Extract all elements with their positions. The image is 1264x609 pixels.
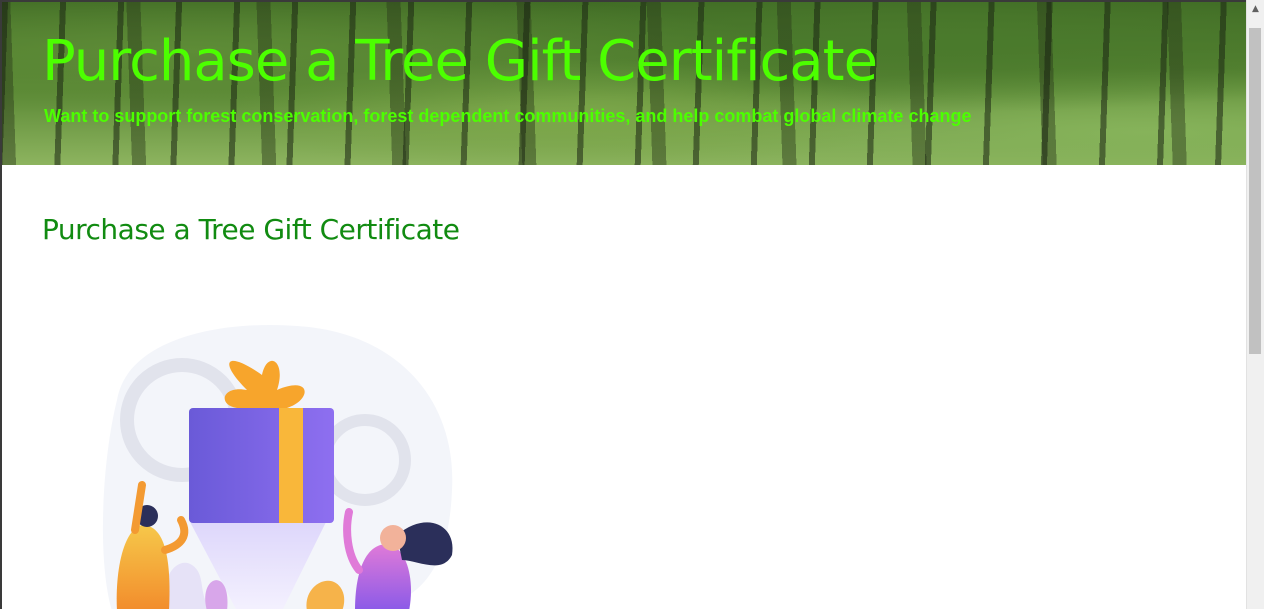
chevron-up-icon[interactable]: ▲ — [1247, 0, 1264, 18]
gift-ribbon — [279, 408, 303, 523]
hero-banner: Purchase a Tree Gift Certificate Want to… — [2, 2, 1246, 165]
scrollbar-thumb[interactable] — [1249, 28, 1261, 354]
gift-box — [189, 408, 334, 523]
page-frame: Purchase a Tree Gift Certificate Want to… — [0, 0, 1246, 609]
vertical-scrollbar[interactable]: ▲ — [1246, 0, 1264, 609]
hero-subtitle: Want to support forest conservation, for… — [44, 106, 972, 126]
hero-title: Purchase a Tree Gift Certificate — [42, 29, 878, 94]
page-heading: Purchase a Tree Gift Certificate — [42, 213, 460, 246]
gift-illustration — [102, 324, 453, 609]
